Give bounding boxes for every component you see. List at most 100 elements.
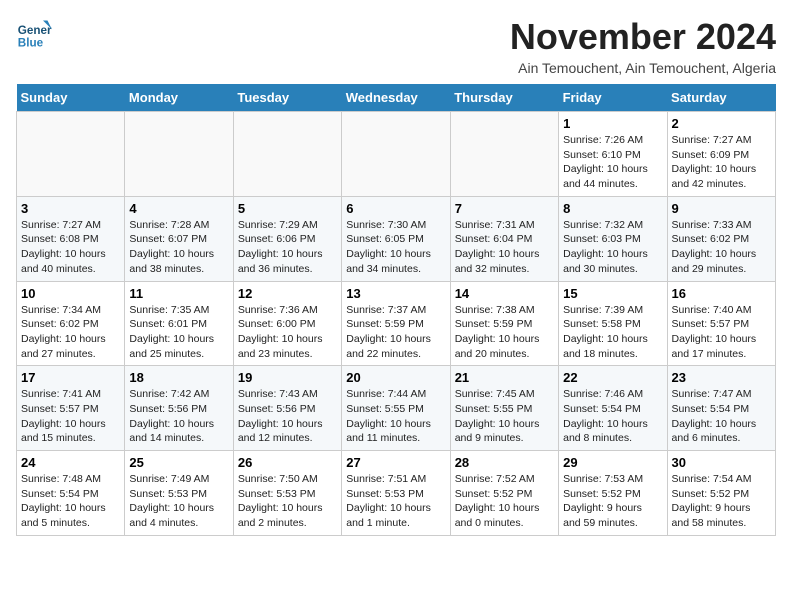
svg-text:General: General bbox=[18, 24, 52, 37]
day-info: Sunrise: 7:39 AM Sunset: 5:58 PM Dayligh… bbox=[563, 303, 662, 362]
day-info: Sunrise: 7:29 AM Sunset: 6:06 PM Dayligh… bbox=[238, 218, 337, 277]
day-info: Sunrise: 7:36 AM Sunset: 6:00 PM Dayligh… bbox=[238, 303, 337, 362]
calendar-cell: 18Sunrise: 7:42 AM Sunset: 5:56 PM Dayli… bbox=[125, 366, 233, 451]
day-info: Sunrise: 7:44 AM Sunset: 5:55 PM Dayligh… bbox=[346, 387, 445, 446]
day-info: Sunrise: 7:37 AM Sunset: 5:59 PM Dayligh… bbox=[346, 303, 445, 362]
day-info: Sunrise: 7:26 AM Sunset: 6:10 PM Dayligh… bbox=[563, 133, 662, 192]
calendar-cell: 16 Sunrise: 7:40 AM Sunset: 5:57 PM Dayli… bbox=[667, 281, 775, 366]
day-number: 23 bbox=[672, 370, 771, 385]
day-number: 11 bbox=[129, 286, 228, 301]
day-info: Sunrise: 7:27 AM Sunset: 6:09 PM Dayligh… bbox=[672, 133, 771, 192]
day-number: 20 bbox=[346, 370, 445, 385]
day-number: 15 bbox=[563, 286, 662, 301]
calendar-cell: 28 Sunrise: 7:52 AM Sunset: 5:52 PM Dayli… bbox=[450, 451, 558, 536]
day-number: 1 bbox=[563, 116, 662, 131]
calendar-cell: 29 Sunrise: 7:53 AM Sunset: 5:52 PM Dayli… bbox=[559, 451, 667, 536]
weekday-header: Saturday bbox=[667, 84, 775, 112]
day-number: 16 bbox=[672, 286, 771, 301]
weekday-header: Wednesday bbox=[342, 84, 450, 112]
day-info: Sunrise: 7:28 AM Sunset: 6:07 PM Dayligh… bbox=[129, 218, 228, 277]
day-info: Sunrise: 7:43 AM Sunset: 5:56 PM Dayligh… bbox=[238, 387, 337, 446]
day-info: Sunrise: 7:46 AM Sunset: 5:54 PM Dayligh… bbox=[563, 387, 662, 446]
day-number: 7 bbox=[455, 201, 554, 216]
calendar-cell: 17 Sunrise: 7:41 AM Sunset: 5:57 PM Dayli… bbox=[17, 366, 125, 451]
day-info: Sunrise: 7:51 AM Sunset: 5:53 PM Dayligh… bbox=[346, 472, 445, 531]
calendar-cell: 26Sunrise: 7:50 AM Sunset: 5:53 PM Dayli… bbox=[233, 451, 341, 536]
day-number: 13 bbox=[346, 286, 445, 301]
calendar-table: SundayMondayTuesdayWednesdayThursdayFrid… bbox=[16, 84, 776, 536]
day-info: Sunrise: 7:41 AM Sunset: 5:57 PM Dayligh… bbox=[21, 387, 120, 446]
calendar-cell: 24 Sunrise: 7:48 AM Sunset: 5:54 PM Dayli… bbox=[17, 451, 125, 536]
calendar-cell: 23Sunrise: 7:47 AM Sunset: 5:54 PM Dayli… bbox=[667, 366, 775, 451]
calendar-week-row: 3 Sunrise: 7:27 AM Sunset: 6:08 PM Daylig… bbox=[17, 196, 776, 281]
svg-text:Blue: Blue bbox=[18, 37, 44, 50]
day-number: 28 bbox=[455, 455, 554, 470]
calendar-cell: 25 Sunrise: 7:49 AM Sunset: 5:53 PM Dayli… bbox=[125, 451, 233, 536]
calendar-cell: 13 Sunrise: 7:37 AM Sunset: 5:59 PM Dayli… bbox=[342, 281, 450, 366]
calendar-cell: 21 Sunrise: 7:45 AM Sunset: 5:55 PM Dayli… bbox=[450, 366, 558, 451]
day-number: 19 bbox=[238, 370, 337, 385]
calendar-cell: 12Sunrise: 7:36 AM Sunset: 6:00 PM Dayli… bbox=[233, 281, 341, 366]
calendar-cell bbox=[450, 112, 558, 197]
day-info: Sunrise: 7:38 AM Sunset: 5:59 PM Dayligh… bbox=[455, 303, 554, 362]
day-info: Sunrise: 7:53 AM Sunset: 5:52 PM Dayligh… bbox=[563, 472, 662, 531]
calendar-cell: 20 Sunrise: 7:44 AM Sunset: 5:55 PM Dayli… bbox=[342, 366, 450, 451]
calendar-cell: 2Sunrise: 7:27 AM Sunset: 6:09 PM Daylig… bbox=[667, 112, 775, 197]
day-number: 27 bbox=[346, 455, 445, 470]
calendar-cell bbox=[17, 112, 125, 197]
logo-icon: General Blue bbox=[16, 16, 52, 52]
calendar-cell: 3 Sunrise: 7:27 AM Sunset: 6:08 PM Daylig… bbox=[17, 196, 125, 281]
day-info: Sunrise: 7:54 AM Sunset: 5:52 PM Dayligh… bbox=[672, 472, 771, 531]
page-header: General Blue November 2024 Ain Temouchen… bbox=[16, 16, 776, 76]
day-number: 24 bbox=[21, 455, 120, 470]
day-info: Sunrise: 7:49 AM Sunset: 5:53 PM Dayligh… bbox=[129, 472, 228, 531]
day-number: 9 bbox=[672, 201, 771, 216]
day-number: 29 bbox=[563, 455, 662, 470]
weekday-header: Friday bbox=[559, 84, 667, 112]
calendar-cell: 8Sunrise: 7:32 AM Sunset: 6:03 PM Daylig… bbox=[559, 196, 667, 281]
day-number: 3 bbox=[21, 201, 120, 216]
weekday-header: Monday bbox=[125, 84, 233, 112]
calendar-cell: 6 Sunrise: 7:30 AM Sunset: 6:05 PM Daylig… bbox=[342, 196, 450, 281]
calendar-cell: 14Sunrise: 7:38 AM Sunset: 5:59 PM Dayli… bbox=[450, 281, 558, 366]
weekday-header: Tuesday bbox=[233, 84, 341, 112]
calendar-cell: 15 Sunrise: 7:39 AM Sunset: 5:58 PM Dayli… bbox=[559, 281, 667, 366]
calendar-cell: 30Sunrise: 7:54 AM Sunset: 5:52 PM Dayli… bbox=[667, 451, 775, 536]
day-info: Sunrise: 7:50 AM Sunset: 5:53 PM Dayligh… bbox=[238, 472, 337, 531]
day-number: 18 bbox=[129, 370, 228, 385]
day-info: Sunrise: 7:35 AM Sunset: 6:01 PM Dayligh… bbox=[129, 303, 228, 362]
calendar-cell: 9 Sunrise: 7:33 AM Sunset: 6:02 PM Daylig… bbox=[667, 196, 775, 281]
day-info: Sunrise: 7:27 AM Sunset: 6:08 PM Dayligh… bbox=[21, 218, 120, 277]
day-number: 6 bbox=[346, 201, 445, 216]
day-number: 25 bbox=[129, 455, 228, 470]
day-info: Sunrise: 7:52 AM Sunset: 5:52 PM Dayligh… bbox=[455, 472, 554, 531]
title-area: November 2024 Ain Temouchent, Ain Temouc… bbox=[510, 16, 776, 76]
weekday-header: Sunday bbox=[17, 84, 125, 112]
calendar-cell bbox=[125, 112, 233, 197]
calendar-cell: 22 Sunrise: 7:46 AM Sunset: 5:54 PM Dayli… bbox=[559, 366, 667, 451]
day-info: Sunrise: 7:45 AM Sunset: 5:55 PM Dayligh… bbox=[455, 387, 554, 446]
day-number: 4 bbox=[129, 201, 228, 216]
calendar-cell: 4 Sunrise: 7:28 AM Sunset: 6:07 PM Daylig… bbox=[125, 196, 233, 281]
day-info: Sunrise: 7:48 AM Sunset: 5:54 PM Dayligh… bbox=[21, 472, 120, 531]
calendar-cell: 5 Sunrise: 7:29 AM Sunset: 6:06 PM Daylig… bbox=[233, 196, 341, 281]
weekday-header: Thursday bbox=[450, 84, 558, 112]
calendar-week-row: 24 Sunrise: 7:48 AM Sunset: 5:54 PM Dayli… bbox=[17, 451, 776, 536]
calendar-cell bbox=[233, 112, 341, 197]
day-info: Sunrise: 7:31 AM Sunset: 6:04 PM Dayligh… bbox=[455, 218, 554, 277]
day-number: 21 bbox=[455, 370, 554, 385]
calendar-cell: 10 Sunrise: 7:34 AM Sunset: 6:02 PM Dayli… bbox=[17, 281, 125, 366]
weekday-header-row: SundayMondayTuesdayWednesdayThursdayFrid… bbox=[17, 84, 776, 112]
day-info: Sunrise: 7:30 AM Sunset: 6:05 PM Dayligh… bbox=[346, 218, 445, 277]
day-number: 17 bbox=[21, 370, 120, 385]
month-title: November 2024 bbox=[510, 16, 776, 58]
logo: General Blue bbox=[16, 16, 52, 52]
day-number: 10 bbox=[21, 286, 120, 301]
calendar-cell: 1 Sunrise: 7:26 AM Sunset: 6:10 PM Daylig… bbox=[559, 112, 667, 197]
day-info: Sunrise: 7:40 AM Sunset: 5:57 PM Dayligh… bbox=[672, 303, 771, 362]
day-info: Sunrise: 7:34 AM Sunset: 6:02 PM Dayligh… bbox=[21, 303, 120, 362]
day-number: 22 bbox=[563, 370, 662, 385]
day-info: Sunrise: 7:33 AM Sunset: 6:02 PM Dayligh… bbox=[672, 218, 771, 277]
day-number: 5 bbox=[238, 201, 337, 216]
day-info: Sunrise: 7:32 AM Sunset: 6:03 PM Dayligh… bbox=[563, 218, 662, 277]
